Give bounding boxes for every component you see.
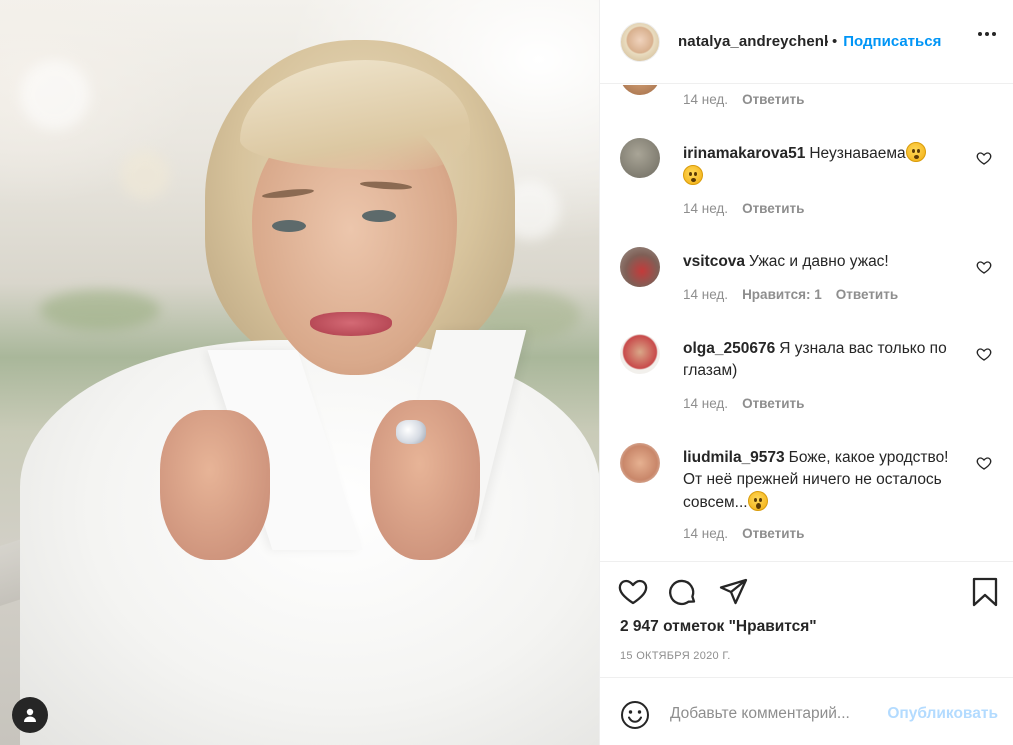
bookmark-icon[interactable] <box>969 576 1001 608</box>
comment-item: liudmila_9573 Боже, какое уродство! От не… <box>620 443 1000 553</box>
comments-list[interactable]: 14 нед. Ответить irinamakarova51 Неузнава… <box>600 85 1013 561</box>
comment-item: 14 нед. Ответить <box>620 85 1000 115</box>
comment-like-icon[interactable] <box>976 455 992 471</box>
right-hand <box>370 400 480 560</box>
comment-time[interactable]: 14 нед. <box>683 396 728 411</box>
comment-time[interactable]: 14 нед. <box>683 201 728 216</box>
user-icon <box>24 708 36 722</box>
comment-item: olga_250676 Я узнала вас только по глазам… <box>620 334 1000 424</box>
commenter-username[interactable]: liudmila_9573 <box>683 449 785 466</box>
comment-time[interactable]: 14 нед. <box>683 287 728 302</box>
comment-icon[interactable] <box>667 576 699 608</box>
author-username[interactable]: natalya_andreychenko <box>678 33 828 50</box>
reply-button[interactable]: Ответить <box>742 201 804 216</box>
comment-likes-count[interactable]: Нравится: 1 <box>742 287 822 302</box>
flushed-emoji-icon <box>905 142 926 162</box>
commenter-avatar[interactable] <box>620 247 660 287</box>
reply-button[interactable]: Ответить <box>742 396 804 411</box>
add-comment-bar: Добавьте комментарий... Опубликовать <box>600 677 1013 745</box>
flushed-emoji-icon <box>683 165 703 185</box>
comment-like-icon[interactable] <box>976 346 992 362</box>
more-horizontal-icon <box>978 32 982 36</box>
comment-like-icon[interactable] <box>976 259 992 275</box>
commenter-avatar[interactable] <box>620 334 660 374</box>
reply-button[interactable]: Ответить <box>836 287 898 302</box>
separator-dot: • <box>832 33 838 50</box>
tagged-users-button[interactable] <box>12 697 48 733</box>
comment-text: liudmila_9573 Боже, какое уродство! От не… <box>683 449 949 511</box>
likes-count[interactable]: 2 947 отметок "Нравится" <box>620 618 817 636</box>
commenter-username[interactable]: vsitcova <box>683 253 745 270</box>
comment-time[interactable]: 14 нед. <box>683 92 728 107</box>
paper-plane-icon[interactable] <box>718 576 750 608</box>
lips <box>310 312 392 336</box>
post-image[interactable] <box>0 0 599 745</box>
comment-text: olga_250676 Я узнала вас только по глазам… <box>683 340 947 379</box>
ring <box>396 420 426 444</box>
scream-emoji-icon <box>747 491 768 511</box>
comment-text: vsitcova Ужас и давно ужас! <box>683 253 889 270</box>
commenter-username[interactable]: olga_250676 <box>683 340 775 357</box>
comment-time[interactable]: 14 нед. <box>683 526 728 541</box>
commenter-username[interactable]: irinamakarova51 <box>683 145 805 162</box>
author-avatar[interactable] <box>620 21 660 62</box>
follow-button[interactable]: Подписаться <box>843 33 941 50</box>
comment-item: vsitcova Ужас и давно ужас! 14 нед. Нрави… <box>620 247 1000 317</box>
post-date[interactable]: 15 ОКТЯБРЯ 2020 Г. <box>620 650 731 662</box>
commenter-avatar[interactable] <box>620 443 660 483</box>
more-options-button[interactable] <box>978 32 996 36</box>
commenter-avatar[interactable] <box>620 138 660 178</box>
post-header: natalya_andreychenko • Подписаться <box>600 0 1013 84</box>
comment-item: irinamakarova51 Неузнаваема 14 нед. Ответ… <box>620 138 1000 228</box>
smile-icon[interactable] <box>620 700 650 730</box>
reply-button[interactable]: Ответить <box>742 526 804 541</box>
comment-input[interactable]: Добавьте комментарий... <box>670 705 850 723</box>
heart-icon[interactable] <box>617 576 649 608</box>
post-side-panel: natalya_andreychenko • Подписаться 14 не… <box>599 0 1013 745</box>
left-hand <box>160 410 270 560</box>
comment-text: irinamakarova51 Неузнаваема <box>683 142 953 188</box>
reply-button[interactable]: Ответить <box>742 92 804 107</box>
publish-button[interactable]: Опубликовать <box>887 705 998 723</box>
commenter-avatar[interactable] <box>620 85 660 95</box>
post-actions: 2 947 отметок "Нравится" 15 ОКТЯБРЯ 2020… <box>600 561 1013 677</box>
comment-like-icon[interactable] <box>976 150 992 166</box>
